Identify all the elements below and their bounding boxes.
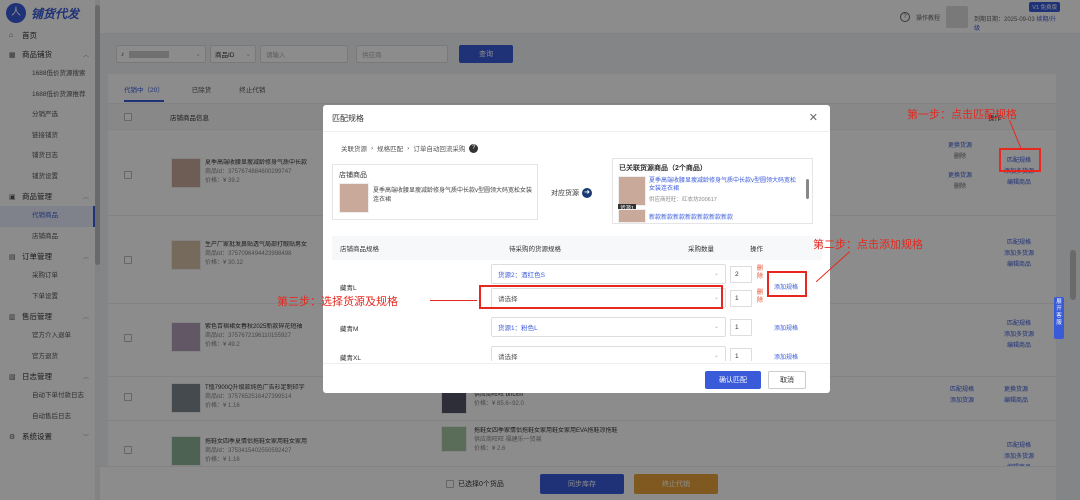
chevron-down-icon: ⌄ <box>713 353 719 359</box>
store-spec: 藏青M <box>340 326 359 333</box>
add-spec-link[interactable]: 添加规格 <box>774 323 798 332</box>
close-icon[interactable]: ✕ <box>809 105 818 132</box>
source-seller: 供应商旺旺：红衣坊200617 <box>649 197 717 203</box>
spec-table-header: 店铺商品规格 待采购的货源规格 采购数量 操作 <box>332 236 822 260</box>
qty-input[interactable]: 2 <box>730 266 752 283</box>
spec-row: 藏青XL 请选择 ⌄ 1 添加规格 <box>332 342 822 361</box>
modal-title: 匹配规格 ✕ <box>323 105 830 132</box>
store-product-header: 店铺商品 <box>339 172 367 179</box>
source-thumbnail[interactable] <box>618 176 646 206</box>
store-spec: 藏青XL <box>340 355 361 361</box>
highlight-add-spec <box>767 271 807 297</box>
qty-input[interactable]: 1 <box>730 290 752 307</box>
linked-source-header: 已关联货源商品（2个商品） <box>619 165 707 172</box>
arrow-right-icon: ➜ <box>582 188 592 198</box>
source-spec-select[interactable]: 货源2：酒红色S ⌄ <box>491 264 726 284</box>
help-icon[interactable]: ? <box>469 143 479 153</box>
qty-input[interactable]: 1 <box>730 348 752 361</box>
highlight-source-select <box>479 285 723 309</box>
annotation-step3: 第三步：选择货源及规格 <box>277 296 398 308</box>
store-product-card: 店铺商品 夏季高端收腰显瘦减龄修身气质中长款v型圆领大码宽松女装连衣裙 <box>332 164 538 220</box>
annotation-arrow <box>430 300 477 301</box>
source-title[interactable]: 夏季高端收腰显瘦减龄修身气质中长款v型圆领大码宽松女装连衣裙 <box>649 177 799 193</box>
store-product-thumbnail <box>339 183 369 213</box>
store-product-title: 夏季高端收腰显瘦减龄修身气质中长款v型圆领大码宽松女装连衣裙 <box>373 188 533 203</box>
annotation-step1: 第一步：点击匹配规格 <box>907 109 1017 121</box>
delete-link[interactable]: 删除 <box>757 289 763 305</box>
breadcrumb: 关联货源 › 规格匹配 › 订单自动回流采购 ? <box>341 143 479 153</box>
match-source-label: 对应货源 ➜ <box>551 188 592 198</box>
modal-footer: 确认匹配 取消 <box>323 363 830 393</box>
match-spec-modal: 匹配规格 ✕ 关联货源 › 规格匹配 › 订单自动回流采购 ? 店铺商品 夏季高端收… <box>323 105 830 393</box>
qty-input[interactable]: 1 <box>730 319 752 336</box>
source-spec-select[interactable]: 请选择 ⌄ <box>491 346 726 361</box>
cancel-button[interactable]: 取消 <box>768 371 806 389</box>
source-spec-select[interactable]: 货源1：粉色L ⌄ <box>491 317 726 337</box>
add-spec-link[interactable]: 添加规格 <box>774 352 798 361</box>
chevron-down-icon: ⌄ <box>713 271 719 277</box>
store-spec: 藏青L <box>340 285 357 292</box>
chevron-down-icon: ⌄ <box>713 324 719 330</box>
source-thumbnail[interactable] <box>618 209 646 223</box>
delete-link[interactable]: 删除 <box>757 265 763 281</box>
linked-source-card: 已关联货源商品（2个商品） 货源1 夏季高端收腰显瘦减龄修身气质中长款v型圆领大… <box>612 158 813 224</box>
spec-row: 藏青M 货源1：粉色L ⌄ 1 添加规格 <box>332 313 822 342</box>
confirm-match-button[interactable]: 确认匹配 <box>705 371 761 389</box>
source-scrollbar[interactable] <box>806 179 809 199</box>
source-title[interactable]: 新款新款新款新款新款新款新款 <box>649 212 799 221</box>
annotation-step2: 第二步：点击添加规格 <box>813 239 923 251</box>
customer-service-widget[interactable]: 展开客服 <box>1054 297 1064 339</box>
highlight-match-spec <box>999 148 1041 172</box>
